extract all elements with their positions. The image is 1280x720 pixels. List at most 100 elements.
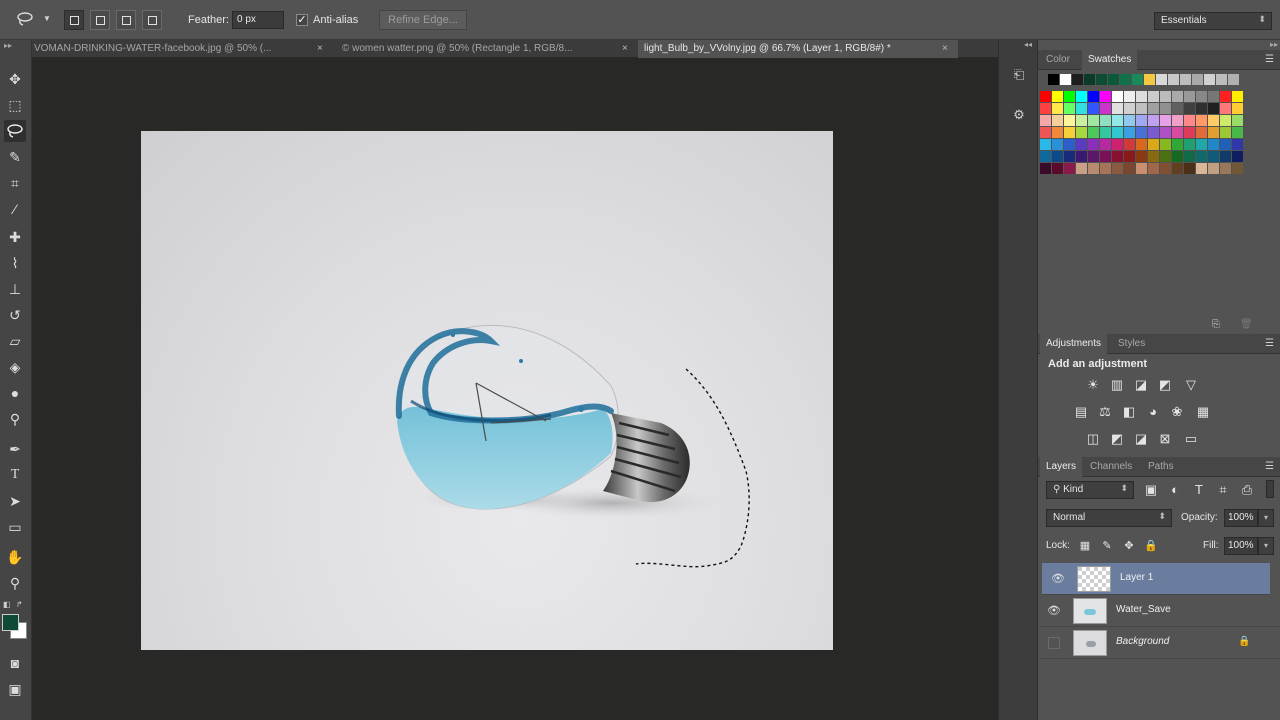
color-swatch[interactable] — [1052, 127, 1063, 138]
screen-mode-icon[interactable]: ▣ — [4, 678, 26, 700]
channel-mixer-icon[interactable]: ❀ — [1168, 403, 1186, 421]
color-swatch[interactable] — [1232, 139, 1243, 150]
color-swatch[interactable] — [1052, 151, 1063, 162]
color-swatch[interactable] — [1112, 91, 1123, 102]
color-swatch[interactable] — [1064, 151, 1075, 162]
color-swatch[interactable] — [1232, 151, 1243, 162]
color-swatch[interactable] — [1064, 91, 1075, 102]
color-swatch[interactable] — [1172, 127, 1183, 138]
color-swatch[interactable] — [1148, 127, 1159, 138]
color-swatch[interactable] — [1220, 115, 1231, 126]
delete-swatch-icon[interactable]: 🗑 — [1240, 319, 1253, 330]
color-swatch[interactable] — [1072, 74, 1083, 85]
eyedropper-tool-icon[interactable]: ⁄ — [4, 198, 26, 220]
color-swatch[interactable] — [1184, 139, 1195, 150]
color-swatch[interactable] — [1088, 91, 1099, 102]
brush-tool-icon[interactable]: ⌇ — [4, 252, 26, 274]
color-swatch[interactable] — [1184, 103, 1195, 114]
dodge-tool-icon[interactable]: ⚲ — [4, 408, 26, 430]
color-swatch[interactable] — [1160, 151, 1171, 162]
lock-transparent-icon[interactable]: ▦ — [1076, 537, 1094, 555]
layer-row-background[interactable]: Background 🔒 — [1038, 627, 1280, 659]
color-swatch[interactable] — [1112, 103, 1123, 114]
color-swatch[interactable] — [1220, 103, 1231, 114]
color-swatch[interactable] — [1144, 74, 1155, 85]
antialias-checkbox[interactable]: ✓ — [296, 14, 308, 26]
default-colors-icon[interactable]: ◧ — [3, 600, 13, 610]
visibility-eye-icon[interactable]: 👁 — [1046, 604, 1062, 618]
blend-mode-select[interactable]: Normal ⬍ — [1046, 509, 1172, 527]
curves-icon[interactable]: ◪ — [1132, 376, 1150, 394]
lock-position-icon[interactable]: ✥ — [1120, 537, 1138, 555]
panel-menu-icon[interactable]: ☰ — [1265, 54, 1274, 65]
visibility-toggle-empty[interactable] — [1048, 637, 1060, 649]
color-swatch[interactable] — [1136, 151, 1147, 162]
color-swatch[interactable] — [1076, 127, 1087, 138]
color-swatch[interactable] — [1180, 74, 1191, 85]
color-swatch[interactable] — [1064, 115, 1075, 126]
close-tab-icon[interactable]: × — [622, 40, 628, 58]
color-swatch[interactable] — [1076, 139, 1087, 150]
color-swatch[interactable] — [1076, 103, 1087, 114]
threshold-icon[interactable]: ◪ — [1132, 430, 1150, 448]
color-swatch[interactable] — [1076, 91, 1087, 102]
refine-edge-button[interactable]: Refine Edge... — [379, 10, 467, 30]
color-swatch[interactable] — [1076, 151, 1087, 162]
color-swatch[interactable] — [1232, 103, 1243, 114]
color-swatch[interactable] — [1040, 139, 1051, 150]
color-swatch[interactable] — [1076, 163, 1087, 174]
color-swatch[interactable] — [1052, 115, 1063, 126]
workspace-select[interactable]: Essentials ⬍ — [1154, 12, 1272, 30]
color-swatch[interactable] — [1112, 163, 1123, 174]
color-swatch[interactable] — [1172, 139, 1183, 150]
brightness-contrast-icon[interactable]: ☀ — [1084, 376, 1102, 394]
crop-tool-icon[interactable]: ⌗ — [4, 172, 26, 194]
blur-tool-icon[interactable]: ● — [4, 382, 26, 404]
eraser-tool-icon[interactable]: ▱ — [4, 330, 26, 352]
history-panel-icon[interactable]: ⎗ — [1010, 66, 1028, 84]
color-swatch[interactable] — [1184, 127, 1195, 138]
color-swatch[interactable] — [1052, 139, 1063, 150]
color-swatch[interactable] — [1184, 151, 1195, 162]
color-swatch[interactable] — [1064, 127, 1075, 138]
color-swatch[interactable] — [1172, 91, 1183, 102]
color-swatch[interactable] — [1220, 163, 1231, 174]
color-swatch[interactable] — [1048, 74, 1059, 85]
properties-panel-icon[interactable]: ⚙ — [1010, 106, 1028, 124]
color-swatch[interactable] — [1124, 103, 1135, 114]
color-swatch[interactable] — [1208, 163, 1219, 174]
collapse-dock-icon[interactable]: ▸▸ — [1270, 40, 1278, 49]
lasso-tool-icon[interactable] — [4, 120, 26, 142]
color-swatch[interactable] — [1192, 74, 1203, 85]
close-tab-icon[interactable]: × — [942, 40, 948, 58]
color-swatch[interactable] — [1088, 151, 1099, 162]
color-swatch[interactable] — [1168, 74, 1179, 85]
color-swatch[interactable] — [1172, 115, 1183, 126]
swap-colors-icon[interactable]: ↱ — [16, 600, 26, 610]
color-swatch[interactable] — [1136, 163, 1147, 174]
color-swatch[interactable] — [1148, 151, 1159, 162]
color-swatch[interactable] — [1148, 115, 1159, 126]
paint-bucket-tool-icon[interactable]: ◈ — [4, 356, 26, 378]
color-swatch[interactable] — [1040, 163, 1051, 174]
color-swatch[interactable] — [1100, 91, 1111, 102]
panel-menu-icon[interactable]: ☰ — [1265, 461, 1274, 472]
move-tool-icon[interactable]: ✥ — [4, 68, 26, 90]
invert-icon[interactable]: ◫ — [1084, 430, 1102, 448]
color-swatch[interactable] — [1184, 91, 1195, 102]
fill-dropdown-icon[interactable]: ▾ — [1258, 537, 1274, 555]
color-swatch[interactable] — [1232, 91, 1243, 102]
color-swatch[interactable] — [1148, 91, 1159, 102]
lasso-tool-preset-icon[interactable] — [16, 10, 34, 28]
color-swatch[interactable] — [1228, 74, 1239, 85]
color-swatch[interactable] — [1100, 103, 1111, 114]
subtract-from-selection-button[interactable] — [116, 10, 136, 30]
color-swatch[interactable] — [1196, 115, 1207, 126]
color-swatch[interactable] — [1196, 127, 1207, 138]
color-swatch[interactable] — [1232, 127, 1243, 138]
color-swatch[interactable] — [1172, 151, 1183, 162]
color-swatch[interactable] — [1052, 91, 1063, 102]
color-swatch[interactable] — [1052, 103, 1063, 114]
layer-name[interactable]: Background — [1116, 636, 1169, 647]
exposure-icon[interactable]: ◩ — [1156, 376, 1174, 394]
